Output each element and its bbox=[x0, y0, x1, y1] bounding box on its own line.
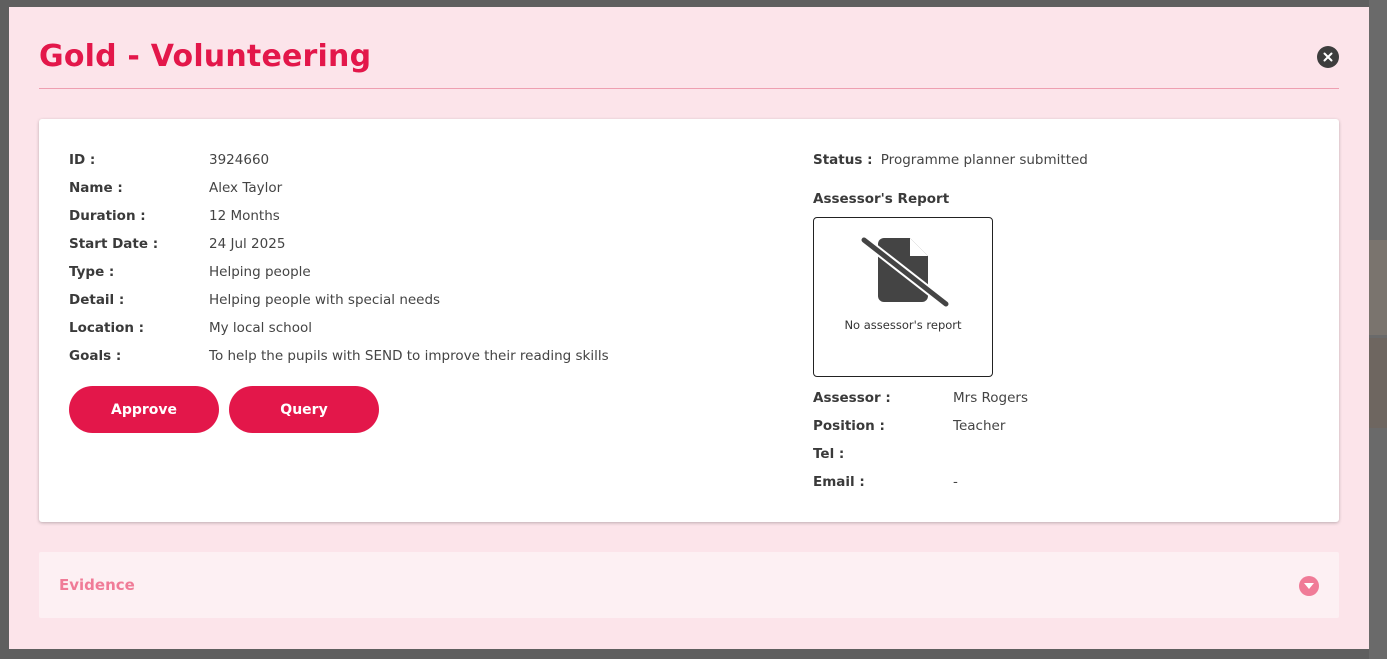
field-label: Position : bbox=[813, 418, 885, 434]
field-value: 24 Jul 2025 bbox=[209, 236, 286, 252]
report-caption: No assessor's report bbox=[844, 318, 962, 332]
field-label: Assessor : bbox=[813, 390, 891, 406]
status: Status : Programme planner submitted bbox=[813, 152, 1088, 168]
query-button[interactable]: Query bbox=[229, 386, 379, 433]
details-card: ID : 3924660 Name : Alex Taylor Duration… bbox=[39, 119, 1339, 522]
field-label: Location : bbox=[69, 320, 145, 336]
field-label: Name : bbox=[69, 180, 123, 196]
modal-dialog: Gold - Volunteering ID : 3924660 Name : … bbox=[9, 7, 1369, 649]
evidence-label: Evidence bbox=[59, 576, 135, 594]
field-label: Goals : bbox=[69, 348, 122, 364]
field-label: Duration : bbox=[69, 208, 146, 224]
status-value: Programme planner submitted bbox=[880, 152, 1088, 168]
no-file-icon bbox=[859, 235, 950, 309]
assessor-report-heading: Assessor's Report bbox=[813, 191, 950, 207]
field-value: Helping people bbox=[209, 264, 311, 280]
close-icon bbox=[1323, 52, 1333, 62]
field-label: Type : bbox=[69, 264, 115, 280]
field-label: Detail : bbox=[69, 292, 125, 308]
field-value: 12 Months bbox=[209, 208, 280, 224]
field-label: Tel : bbox=[813, 446, 845, 462]
close-button[interactable] bbox=[1317, 46, 1339, 68]
field-value: - bbox=[953, 474, 958, 490]
backdrop-block bbox=[1369, 240, 1387, 335]
field-value: Teacher bbox=[953, 418, 1006, 434]
field-value: Alex Taylor bbox=[209, 180, 283, 196]
chevron-down-icon bbox=[1304, 583, 1314, 589]
backdrop bbox=[1369, 0, 1387, 659]
field-label: Email : bbox=[813, 474, 865, 490]
field-value: To help the pupils with SEND to improve … bbox=[209, 348, 609, 364]
status-label: Status : bbox=[813, 152, 873, 168]
field-value: Helping people with special needs bbox=[209, 292, 441, 308]
approve-button[interactable]: Approve bbox=[69, 386, 219, 433]
backdrop-block bbox=[1369, 338, 1387, 428]
field-value: Mrs Rogers bbox=[953, 390, 1029, 406]
field-value: 3924660 bbox=[209, 152, 270, 168]
field-label: Start Date : bbox=[69, 236, 159, 252]
evidence-toggle[interactable] bbox=[1299, 576, 1319, 596]
field-label: ID : bbox=[69, 152, 96, 168]
evidence-panel[interactable]: Evidence bbox=[39, 552, 1339, 618]
modal-header: Gold - Volunteering bbox=[39, 7, 1339, 89]
modal-title: Gold - Volunteering bbox=[39, 39, 372, 74]
field-value: My local school bbox=[209, 320, 312, 336]
assessor-report-box: No assessor's report bbox=[813, 217, 993, 377]
